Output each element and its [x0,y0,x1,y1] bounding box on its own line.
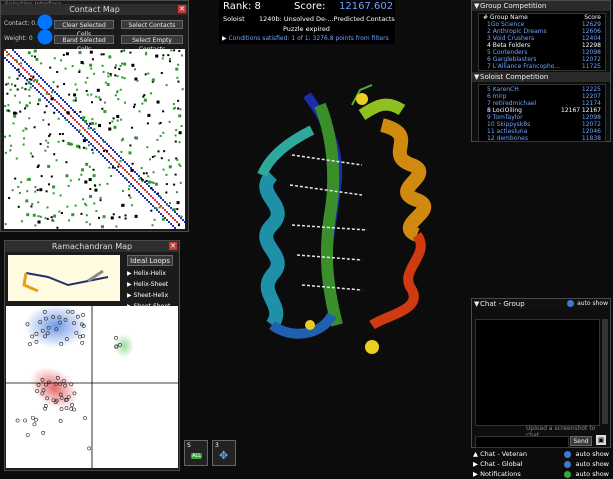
chat-group-autoshow[interactable]: auto show [577,299,608,309]
tool-button-move[interactable]: 3 ✥ [212,440,236,466]
contact-map-grid[interactable] [4,49,185,229]
conditions-text: Conditions satisfied: 1 of 1; 3276.8 poi… [228,35,389,42]
screenshot-icon[interactable]: ▣ [596,435,606,445]
clear-selected-cells-button[interactable]: Clear Selected Cells [54,20,114,38]
chat-group-title: Chat - Group [480,300,525,308]
soloist-row-name: 12 dembones [487,135,528,142]
contact-label: Contact: 0.0 [4,20,41,27]
group-competition-title: Group Competition [480,2,547,10]
weight-slider[interactable] [39,33,51,41]
group-competition-header[interactable]: ▼ Group Competition [472,1,610,11]
all-badge: ALL [191,453,202,459]
contact-map-close-button[interactable]: ✕ [178,5,186,13]
weight-label: Weight: 0 [4,35,33,42]
group-row-name: 7 L'Alliance Francopho... [487,63,561,70]
soloist-competition-title: Soloist Competition [480,73,549,81]
rama-option-hh-label: Helix-Helix [133,270,166,277]
rama-option-hs-label: Helix-Sheet [133,281,169,288]
chat-global-row[interactable]: ▶ Chat - Global auto show [473,460,611,469]
select-contacts-button[interactable]: Select Contacts [121,20,183,29]
rama-heading: Ramachandran Map [51,242,133,251]
chat-veteran-row[interactable]: ▲ Chat - Veteran auto show [473,450,611,459]
soloist-row[interactable]: 12 dembones 11838 [479,135,605,142]
competition-panel: ▼ Group Competition # Group Name Score 1Go… [471,0,611,142]
chat-scrollbar[interactable] [602,319,608,424]
tool-button-select[interactable]: S ALL [184,440,208,466]
chat-global-title: Chat - Global [480,460,523,468]
ramachandran-panel: Ramachandran Map ✕ Ideal Loops ▶ Helix-H… [4,240,180,471]
score-value: 12167.602 [339,1,394,12]
chat-group-header[interactable]: ▼ Chat - Group auto show [472,299,610,309]
loop-preview [8,255,120,301]
rank-label: Rank: 8 [223,1,261,12]
tool-s-label: S [187,442,191,449]
chat-group-collapse-icon: ▼ [474,300,480,308]
rama-close-button[interactable]: ✕ [169,242,177,250]
rama-option-sh-label: Sheet-Helix [133,292,169,299]
chat-veteran-autoshow[interactable]: auto show [576,450,610,458]
soloist-table: 5 KarenCH 12225 6 mirp 12207 7 retiredmichae… [478,84,606,142]
select-empty-contacts-button[interactable]: Select Empty Contacts [121,35,183,53]
chat-global-info-icon[interactable] [564,461,571,468]
band-selected-cells-button[interactable]: Band Selected Cells [54,35,114,53]
group-collapse-icon: ▼ [474,2,480,10]
puzzle-title: 1240b: Unsolved De-...Predicted Contacts [259,15,395,23]
rama-option-hh[interactable]: ▶ Helix-Helix [127,270,166,277]
group-table: # Group Name Score 1Go Science 12629 2 Anth… [478,13,606,71]
chat-group-log [475,319,600,426]
contact-slider[interactable] [39,18,51,26]
soloist-competition-header[interactable]: ▼ Soloist Competition [472,72,610,82]
soloist-collapse-icon: ▼ [474,73,480,81]
notifications-title: Notifications [480,470,521,478]
soloist-row-score: 11838 [581,135,601,142]
chat-input[interactable] [475,436,569,448]
contact-map-heading: Contact Map [69,5,120,14]
chat-veteran-info-icon[interactable] [564,451,571,458]
group-row-score: 11725 [581,63,601,70]
rama-titlebar: Ramachandran Map ✕ [5,241,179,252]
group-row[interactable]: 7 L'Alliance Francopho... 11725 [479,63,605,71]
tool-3-label: 3 [215,442,219,449]
send-button[interactable]: Send [570,436,592,446]
chat-group-info-icon[interactable] [567,300,574,307]
contact-map-panel: Selection Interface Contact Map ✕ Contac… [0,0,189,232]
chat-global-autoshow[interactable]: auto show [576,460,610,468]
ramachandran-plot[interactable] [6,306,178,468]
move-arrows-icon: ✥ [219,449,229,462]
notifications-info-icon[interactable] [564,471,571,478]
chat-group-panel: ▼ Chat - Group auto show Upload a screens… [471,298,611,448]
notifications-row[interactable]: ▶ Notifications auto show [473,470,611,479]
puzzle-status: Puzzle expired [283,25,330,33]
rama-option-sh[interactable]: ▶ Sheet-Helix [127,292,168,299]
rama-option-hs[interactable]: ▶ Helix-Sheet [127,281,168,288]
ideal-loops-button[interactable]: Ideal Loops [127,255,173,266]
role-label: Soloist [223,15,245,23]
score-label: Score: [294,1,326,12]
protein-viewport[interactable] [212,55,462,385]
notifications-autoshow[interactable]: auto show [576,470,610,478]
conditions-bar[interactable]: ▶ Conditions satisfied: 1 of 1; 3276.8 p… [222,35,389,42]
chat-veteran-title: Chat - Veteran [480,450,528,458]
